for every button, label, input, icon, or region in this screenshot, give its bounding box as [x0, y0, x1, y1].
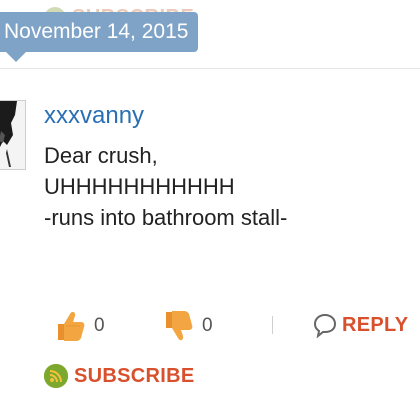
upvote-button[interactable]: 0 [54, 308, 105, 344]
downvote-button[interactable]: 0 [162, 308, 213, 344]
avatar-image [0, 101, 25, 169]
speech-bubble-icon [313, 313, 337, 338]
thumbs-up-icon [58, 311, 85, 341]
thumbs-down-icon [166, 311, 193, 341]
date-badge: November 14, 2015 [0, 12, 199, 62]
action-separator [272, 316, 273, 334]
avatar[interactable] [0, 100, 26, 170]
comment-actions: 0 0 REPLY [44, 308, 420, 348]
upvote-count: 0 [94, 315, 105, 336]
comment-line: UHHHHHHHHHHH [44, 174, 235, 199]
reply-button[interactable]: REPLY [312, 312, 408, 338]
comment-line: Dear crush, [44, 143, 158, 168]
downvote-count: 0 [202, 315, 213, 336]
subscribe-button[interactable]: SUBSCRIBE [44, 364, 195, 388]
rss-icon [44, 364, 68, 388]
comment-widget: SUBSCRIBE November 14, 2015 xxxvanny Dea… [0, 0, 420, 420]
comment-author[interactable]: xxxvanny [44, 102, 144, 130]
comment-text: Dear crush, UHHHHHHHHHHH -runs into bath… [44, 140, 414, 233]
subscribe-label: SUBSCRIBE [74, 364, 195, 387]
reply-label: REPLY [342, 313, 409, 336]
divider [0, 68, 420, 69]
comment-line: -runs into bathroom stall- [44, 205, 288, 230]
rss-icon-glyph [44, 364, 68, 388]
